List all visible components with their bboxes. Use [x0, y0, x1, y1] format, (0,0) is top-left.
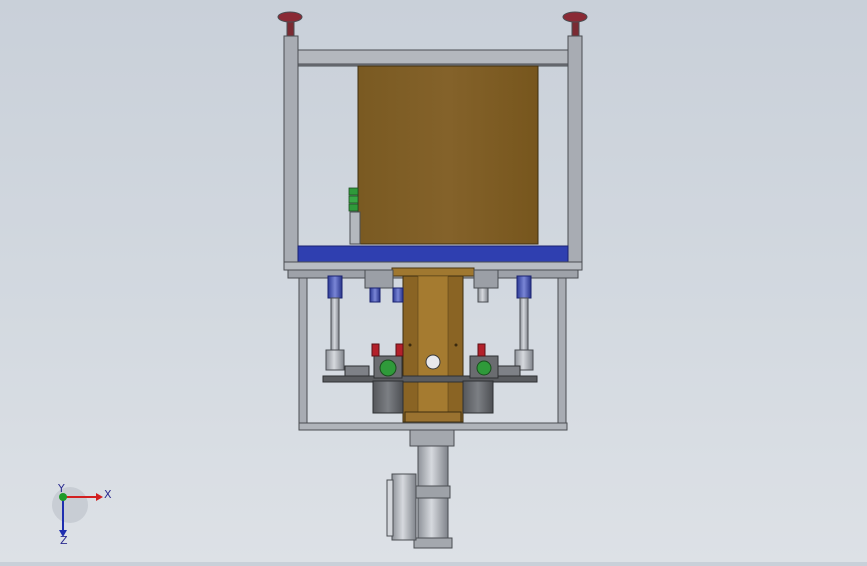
- cardboard-box: [349, 65, 539, 245]
- coordinate-triad: X Y Z: [52, 482, 112, 547]
- blue-base-plate: [283, 245, 583, 271]
- bottom-actuator: [386, 429, 455, 549]
- center-column: [391, 267, 475, 423]
- left-handle-knob: [277, 11, 303, 37]
- model-canvas[interactable]: X Y Z: [0, 0, 867, 562]
- sensor-block: [348, 187, 359, 212]
- z-axis-label: Z: [60, 534, 68, 547]
- right-handle-knob: [562, 11, 588, 37]
- y-axis-label: Y: [57, 482, 65, 495]
- 3d-viewport[interactable]: X Y Z: [0, 0, 867, 562]
- x-axis-label: X: [104, 488, 112, 501]
- left-cylinder-assembly: [325, 269, 404, 371]
